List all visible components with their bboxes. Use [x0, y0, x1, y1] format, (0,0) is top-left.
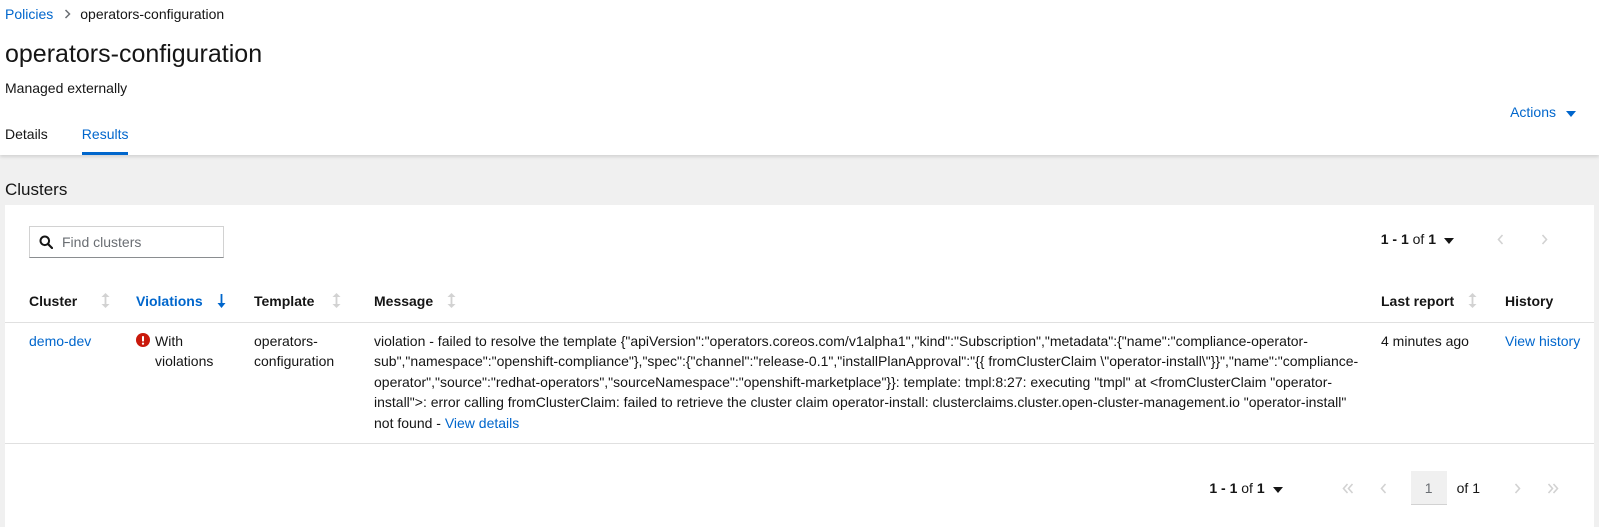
message-text: violation - failed to resolve the templa… — [374, 332, 1359, 431]
violation-status-text: With violations — [155, 332, 214, 370]
search-box — [29, 226, 224, 258]
exclamation-circle-icon — [136, 332, 150, 372]
column-header-violations-label: Violations — [136, 292, 203, 309]
table-header-row: Cluster Violations Template Message Last… — [5, 280, 1594, 322]
search-icon — [39, 235, 53, 249]
next-page-button[interactable] — [1502, 482, 1532, 494]
chevron-right-icon — [64, 9, 71, 19]
actions-dropdown[interactable]: Actions — [1510, 104, 1576, 120]
view-history-link[interactable]: View history — [1505, 333, 1580, 349]
previous-page-button[interactable] — [1369, 482, 1399, 494]
clusters-card: 1 - 1 of 1 Cluster Violations — [5, 205, 1594, 527]
column-header-template-label: Template — [254, 292, 315, 309]
pagination-total: 1 — [1256, 480, 1265, 496]
column-header-violations[interactable]: Violations — [128, 280, 246, 322]
pagination-of: of — [1241, 480, 1253, 496]
breadcrumb: Policies operators-configuration — [5, 6, 224, 22]
toolbar: 1 - 1 of 1 — [5, 205, 1594, 267]
pagination-of: of — [1412, 231, 1425, 247]
first-page-button[interactable] — [1333, 482, 1363, 494]
previous-page-button[interactable] — [1478, 233, 1522, 245]
pagination-range: 1 - 1 — [1380, 231, 1409, 247]
sort-arrow-down-icon — [217, 293, 226, 308]
column-header-history: History — [1505, 292, 1554, 309]
column-header-last-report-label: Last report — [1381, 292, 1455, 309]
pagination-range: 1 - 1 — [1209, 480, 1238, 496]
sort-icon — [447, 293, 456, 309]
tab-details[interactable]: Details — [5, 124, 48, 155]
pagination-bottom: 1 - 1 of 1 1 of 1 — [1209, 471, 1568, 505]
current-page-input[interactable]: 1 — [1410, 471, 1447, 505]
column-header-message[interactable]: Message — [366, 280, 1373, 322]
pagination-top: 1 - 1 of 1 — [1381, 231, 1566, 247]
actions-label: Actions — [1510, 104, 1556, 120]
search-input[interactable] — [62, 234, 212, 250]
column-header-last-report[interactable]: Last report — [1373, 280, 1497, 322]
table-row: demo-dev With violations operators-confi… — [5, 321, 1594, 444]
caret-down-icon — [1272, 480, 1283, 496]
sort-icon — [101, 293, 110, 309]
caret-down-icon — [1566, 104, 1576, 120]
pagination-total: 1 — [1428, 231, 1436, 247]
last-report-cell: 4 minutes ago — [1373, 321, 1497, 444]
tab-results[interactable]: Results — [81, 124, 129, 155]
template-cell: operators-configuration — [246, 321, 366, 444]
breadcrumb-current: operators-configuration — [80, 6, 225, 22]
cluster-link[interactable]: demo-dev — [29, 333, 91, 349]
per-page-toggle[interactable]: 1 - 1 of 1 — [1381, 231, 1454, 247]
page-subtitle: Managed externally — [5, 80, 128, 96]
sort-icon — [1468, 293, 1477, 309]
per-page-toggle-bottom[interactable]: 1 - 1 of 1 — [1209, 480, 1283, 496]
sort-icon — [332, 293, 341, 309]
column-header-cluster[interactable]: Cluster — [5, 280, 128, 322]
last-page-button[interactable] — [1538, 482, 1568, 494]
breadcrumb-policies-link[interactable]: Policies — [5, 6, 53, 22]
page-header: Policies operators-configuration operato… — [0, 0, 1599, 155]
column-header-cluster-label: Cluster — [29, 292, 78, 309]
page-title: operators-configuration — [5, 40, 263, 68]
column-header-template[interactable]: Template — [246, 280, 366, 322]
tabs: Details Results — [5, 124, 129, 155]
next-page-button[interactable] — [1522, 233, 1566, 245]
caret-down-icon — [1444, 231, 1454, 247]
total-pages: of 1 — [1456, 480, 1480, 496]
violation-status: With violations — [136, 331, 238, 372]
message-cell: violation - failed to resolve the templa… — [366, 321, 1373, 444]
section-title: Clusters — [5, 180, 68, 199]
view-details-link[interactable]: View details — [445, 415, 519, 431]
column-header-message-label: Message — [374, 292, 434, 309]
clusters-table: Cluster Violations Template Message Last… — [5, 280, 1594, 444]
